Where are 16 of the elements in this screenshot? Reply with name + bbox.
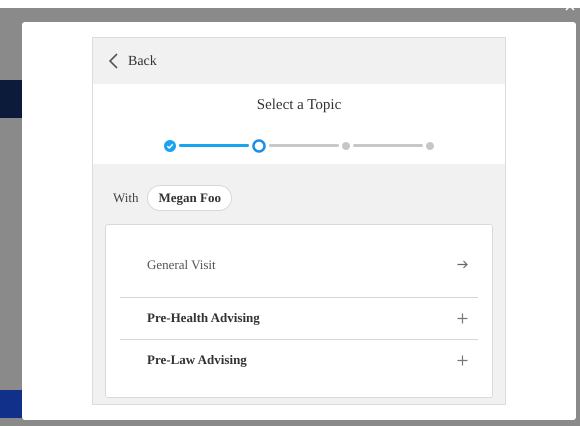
progress-line — [353, 144, 423, 147]
page-title: Select a Topic — [256, 96, 342, 115]
plus-icon — [457, 312, 468, 324]
plus-icon — [457, 354, 468, 366]
with-label: With — [113, 189, 138, 207]
back-button[interactable]: Back — [109, 50, 157, 72]
topic-row[interactable]: Pre-Health Advising — [120, 296, 478, 338]
footer-banner — [0, 390, 22, 418]
progress-line — [179, 144, 249, 147]
arrow-right-icon — [457, 259, 468, 270]
progress-line — [269, 144, 339, 147]
advisor-chip: Megan Foo — [147, 185, 232, 210]
topic-row[interactable]: Pre-Law Advising — [120, 338, 478, 380]
topic-row[interactable]: General Visit — [120, 242, 478, 296]
nav-banner — [0, 80, 22, 118]
chevron-left-icon — [109, 53, 118, 69]
